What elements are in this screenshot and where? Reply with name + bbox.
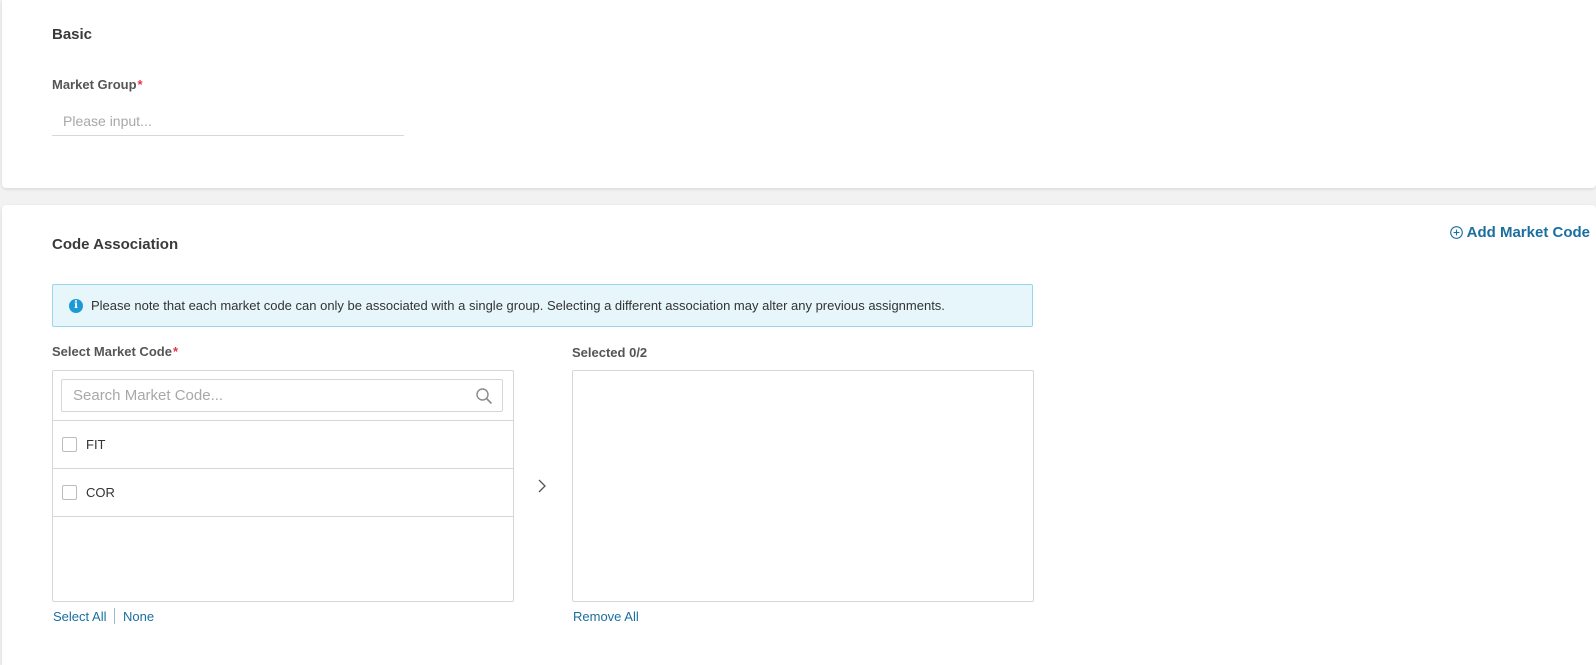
required-mark: * xyxy=(172,344,178,359)
add-market-code-button[interactable]: Add Market Code xyxy=(1449,224,1590,241)
link-divider xyxy=(114,608,115,624)
selected-count-label: Selected 0/2 xyxy=(572,345,648,360)
list-item-label: FIT xyxy=(86,437,106,452)
checkbox-cor[interactable] xyxy=(62,485,77,500)
remove-all-link[interactable]: Remove All xyxy=(573,609,639,624)
basic-title: Basic xyxy=(52,26,93,43)
market-group-input[interactable] xyxy=(52,106,404,136)
available-codes-list: FIT COR xyxy=(52,370,514,602)
list-item-label: COR xyxy=(86,485,115,500)
select-none-link[interactable]: None xyxy=(123,609,154,624)
association-notice: i Please note that each market code can … xyxy=(52,284,1033,327)
select-market-code-label: Select Market Code* xyxy=(52,344,178,359)
info-icon: i xyxy=(69,298,83,313)
search-icon[interactable] xyxy=(475,387,493,405)
select-market-code-label-text: Select Market Code xyxy=(52,344,172,359)
plus-circle-icon xyxy=(1449,226,1463,239)
chevron-right-icon[interactable] xyxy=(534,477,550,495)
select-all-link[interactable]: Select All xyxy=(53,609,106,624)
notice-text: Please note that each market code can on… xyxy=(91,298,945,313)
list-item-cor[interactable]: COR xyxy=(53,468,513,517)
checkbox-fit[interactable] xyxy=(62,437,77,452)
basic-card: Basic Market Group* xyxy=(2,0,1596,188)
market-group-label: Market Group* xyxy=(52,77,143,92)
selected-codes-list xyxy=(572,370,1034,602)
search-box xyxy=(61,379,503,412)
code-association-card: Code Association Add Market Code i Pleas… xyxy=(2,205,1596,665)
market-group-label-text: Market Group xyxy=(52,77,137,92)
add-market-code-label: Add Market Code xyxy=(1466,224,1590,241)
search-market-code-input[interactable] xyxy=(62,380,475,411)
required-mark: * xyxy=(137,77,143,92)
code-association-title: Code Association xyxy=(52,236,179,253)
list-item-fit[interactable]: FIT xyxy=(53,420,513,468)
